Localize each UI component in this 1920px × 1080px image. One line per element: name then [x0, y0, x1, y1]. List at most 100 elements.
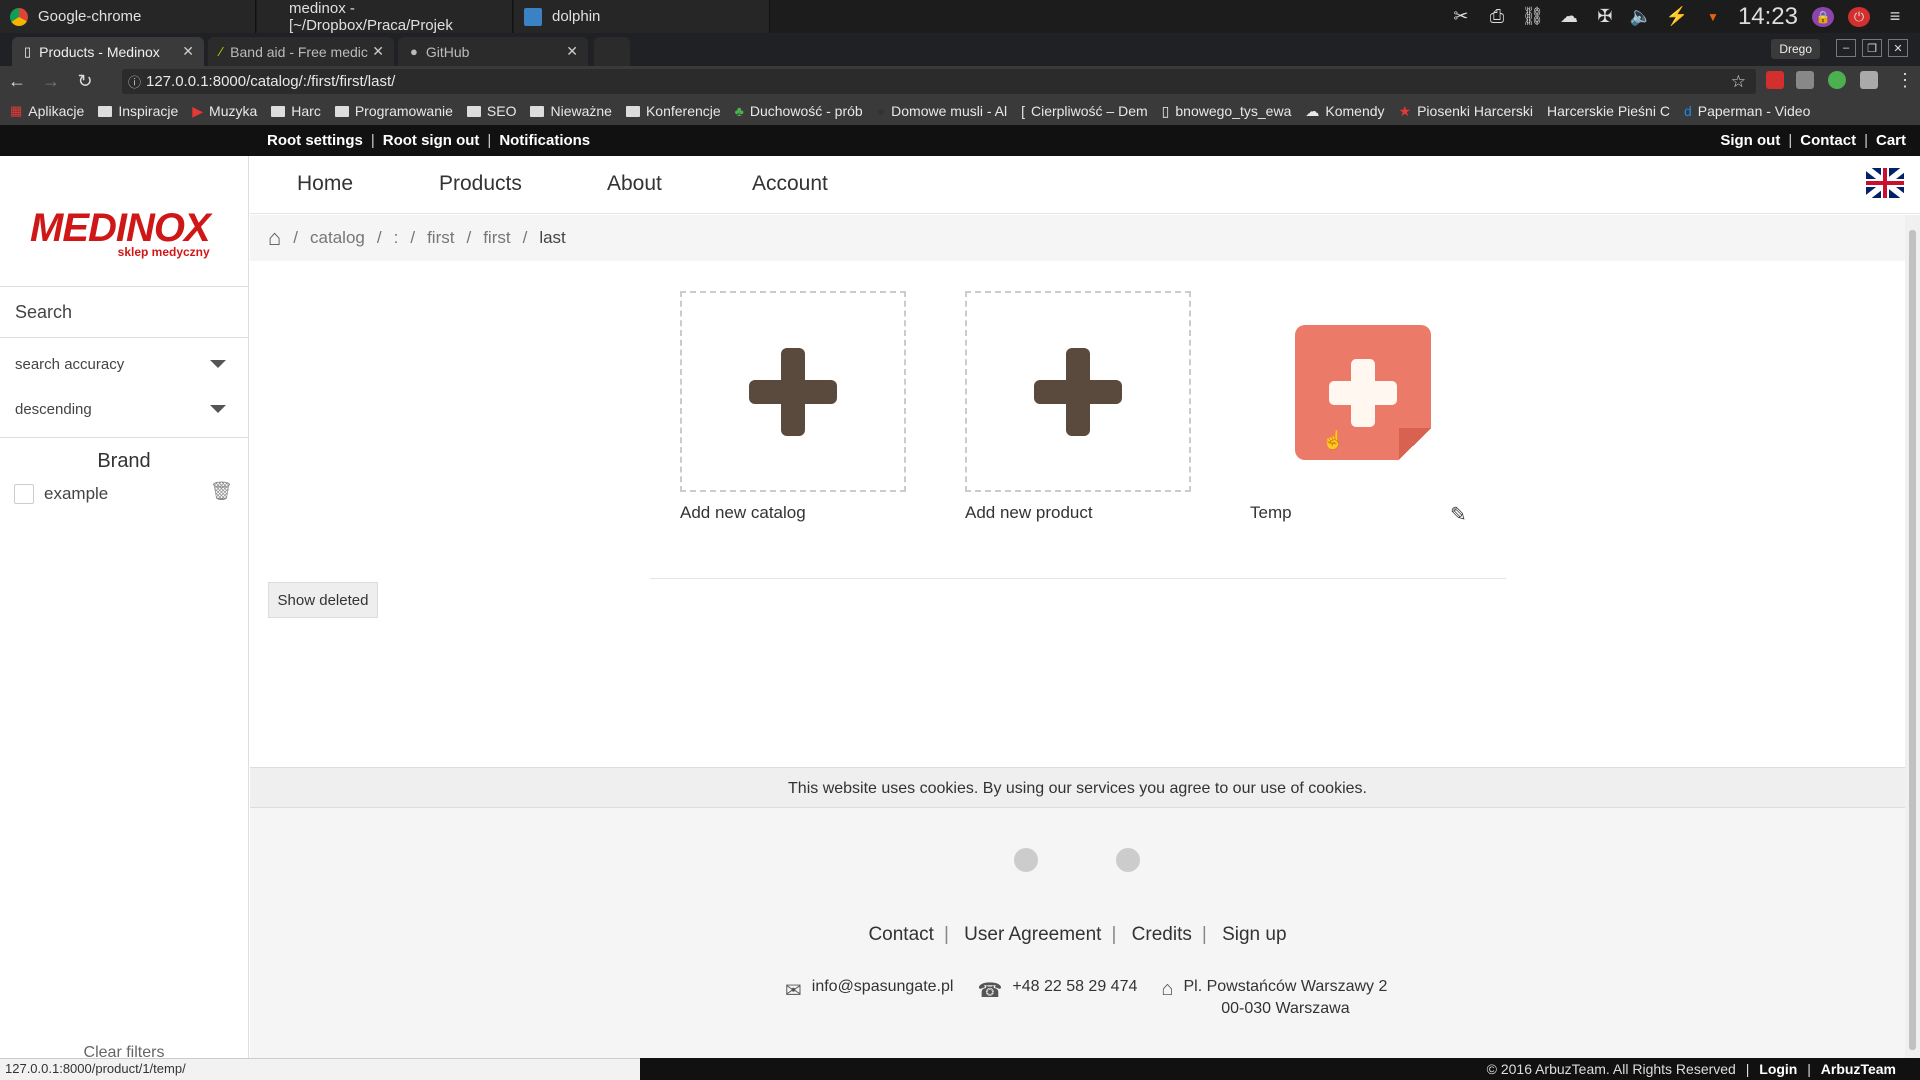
- root-settings-link[interactable]: Root settings: [267, 132, 363, 149]
- minimize-icon[interactable]: –: [1836, 39, 1856, 57]
- breadcrumb-item[interactable]: first: [483, 228, 510, 248]
- breadcrumb-item[interactable]: :: [394, 228, 399, 248]
- search-input[interactable]: Search: [0, 286, 248, 338]
- social-icon[interactable]: [1014, 848, 1038, 872]
- bookmark-folder[interactable]: Inspiracje: [98, 103, 178, 119]
- extension-icon[interactable]: [1860, 71, 1878, 89]
- tab-band-aid[interactable]: ∕ Band aid - Free medic ✕: [208, 37, 394, 66]
- add-product-tile[interactable]: [965, 291, 1191, 492]
- login-link[interactable]: Login: [1759, 1061, 1797, 1077]
- notifications-link[interactable]: Notifications: [499, 132, 590, 149]
- order-select[interactable]: descending: [0, 389, 248, 429]
- uk-flag-icon[interactable]: [1866, 168, 1904, 198]
- bookmark-link[interactable]: ★ Piosenki Harcerski: [1399, 103, 1534, 120]
- bookmark-folder[interactable]: SEO: [466, 103, 516, 119]
- close-icon[interactable]: ✕: [372, 43, 384, 60]
- product-image[interactable]: [1295, 325, 1431, 460]
- task-chrome[interactable]: Google-chrome: [0, 0, 256, 33]
- add-catalog-label[interactable]: Add new catalog: [680, 503, 806, 523]
- brand-filter-item[interactable]: example: [14, 484, 108, 504]
- social-icon[interactable]: [1116, 848, 1140, 872]
- bookmark-link[interactable]: ● Domowe musli - Al: [877, 103, 1007, 119]
- contact-link[interactable]: Contact: [1800, 132, 1856, 149]
- checkbox[interactable]: [14, 484, 34, 504]
- add-product-label[interactable]: Add new product: [965, 503, 1093, 523]
- breadcrumb-item[interactable]: catalog: [310, 228, 365, 248]
- bookmark-folder[interactable]: Harc: [271, 103, 321, 119]
- product-name-label[interactable]: Temp: [1250, 503, 1292, 523]
- reload-icon[interactable]: ↻: [68, 71, 102, 92]
- restore-icon[interactable]: ❐: [1862, 39, 1882, 57]
- sign-out-link[interactable]: Sign out: [1720, 132, 1780, 149]
- tab-label: GitHub: [425, 43, 470, 60]
- profile-button[interactable]: Drego: [1771, 39, 1820, 59]
- forward-icon[interactable]: →: [34, 71, 68, 92]
- task-dolphin[interactable]: dolphin: [514, 0, 770, 33]
- pencil-icon[interactable]: ✎: [1450, 502, 1467, 527]
- bookmark-link[interactable]: ▯ bnowego_tys_ewa: [1162, 103, 1292, 120]
- footer: Contact | User Agreement | Credits | Sign u…: [250, 808, 1905, 1060]
- close-icon[interactable]: ✕: [182, 43, 194, 60]
- home-icon[interactable]: ⌂: [268, 225, 281, 251]
- footer-contact-link[interactable]: Contact: [868, 924, 933, 945]
- bookmark-link[interactable]: d Paperman - Video: [1684, 103, 1810, 119]
- new-tab-button[interactable]: [594, 37, 630, 66]
- cart-link[interactable]: Cart: [1876, 132, 1906, 149]
- bookmark-folder[interactable]: Programowanie: [334, 103, 453, 119]
- volume-icon[interactable]: 🔈: [1630, 6, 1652, 27]
- close-icon[interactable]: ✕: [566, 43, 578, 60]
- email-link[interactable]: info@spasungate.pl: [812, 978, 954, 996]
- bookmark-link[interactable]: ♣ Duchowość - prób: [735, 103, 863, 119]
- nav-home[interactable]: Home: [297, 172, 353, 196]
- back-icon[interactable]: ←: [0, 71, 34, 92]
- bookmark-link[interactable]: [Cierpliwość – Dem: [1021, 103, 1148, 119]
- footer-agreement-link[interactable]: User Agreement: [964, 924, 1101, 945]
- arrow-down-icon[interactable]: ▼: [1702, 7, 1724, 27]
- show-deleted-button[interactable]: Show deleted: [268, 582, 378, 618]
- clock[interactable]: 14:23: [1738, 3, 1798, 31]
- star-icon[interactable]: ☆: [1731, 72, 1746, 92]
- lock-icon[interactable]: 🔒: [1812, 6, 1834, 27]
- add-catalog-tile[interactable]: [680, 291, 906, 492]
- printer-icon[interactable]: ⎙: [1486, 6, 1508, 27]
- root-sign-out-link[interactable]: Root sign out: [383, 132, 480, 149]
- scrollbar[interactable]: [1905, 215, 1920, 1060]
- power-plug-icon[interactable]: ⚡: [1666, 6, 1688, 27]
- extension-icon[interactable]: [1766, 71, 1784, 89]
- tab-products-medinox[interactable]: ▯ Products - Medinox ✕: [12, 37, 204, 66]
- scrollbar-thumb[interactable]: [1909, 230, 1916, 1050]
- link-icon[interactable]: ⛓: [1522, 6, 1545, 27]
- bookmark-folder[interactable]: Nieważne: [530, 103, 612, 119]
- search-accuracy-select[interactable]: search accuracy: [0, 344, 248, 384]
- nav-about[interactable]: About: [607, 172, 662, 196]
- bookmark-muzyka[interactable]: ▶ Muzyka: [192, 103, 257, 120]
- puzzle-icon[interactable]: ✠: [1594, 6, 1616, 27]
- team-link[interactable]: ArbuzTeam: [1821, 1061, 1896, 1077]
- bookmark-link[interactable]: Harcerskie Pieśni C: [1547, 103, 1670, 119]
- bookmark-apps[interactable]: ▦ Aplikacje: [10, 103, 84, 119]
- footer-signup-link[interactable]: Sign up: [1222, 924, 1286, 945]
- bookmark-folder[interactable]: Konferencje: [625, 103, 721, 119]
- cloud-icon[interactable]: ☁: [1558, 6, 1580, 27]
- nav-account[interactable]: Account: [752, 172, 828, 196]
- copyright-text: © 2016 ArbuzTeam. All Rights Reserved: [1486, 1061, 1736, 1077]
- nav-products[interactable]: Products: [439, 172, 522, 196]
- bookmark-link[interactable]: ☁ Komendy: [1305, 103, 1384, 120]
- close-window-icon[interactable]: ✕: [1888, 39, 1908, 57]
- evernote-icon[interactable]: [1828, 71, 1846, 89]
- trash-icon[interactable]: 🗑: [210, 481, 233, 502]
- separator: |: [1201, 924, 1207, 945]
- address-line: 00-030 Warszawa: [1221, 1000, 1350, 1017]
- power-icon[interactable]: ⏻: [1848, 6, 1870, 27]
- medinox-logo[interactable]: MEDINOX sklep medyczny: [30, 206, 211, 259]
- menu-icon[interactable]: ≡: [1884, 6, 1906, 27]
- chrome-menu-icon[interactable]: ⋮: [1896, 70, 1914, 91]
- shield-icon[interactable]: [1796, 71, 1814, 89]
- scissors-icon[interactable]: ✂: [1450, 6, 1472, 27]
- tab-github[interactable]: ● GitHub ✕: [398, 37, 588, 66]
- breadcrumb-item[interactable]: first: [427, 228, 454, 248]
- url-bar[interactable]: ⓘ 127.0.0.1:8000/catalog/:/first/first/l…: [122, 69, 1756, 94]
- footer-credits-link[interactable]: Credits: [1132, 924, 1192, 945]
- task-editor[interactable]: medinox - [~/Dropbox/Praca/Projek: [257, 0, 513, 34]
- info-icon[interactable]: ⓘ: [128, 72, 141, 91]
